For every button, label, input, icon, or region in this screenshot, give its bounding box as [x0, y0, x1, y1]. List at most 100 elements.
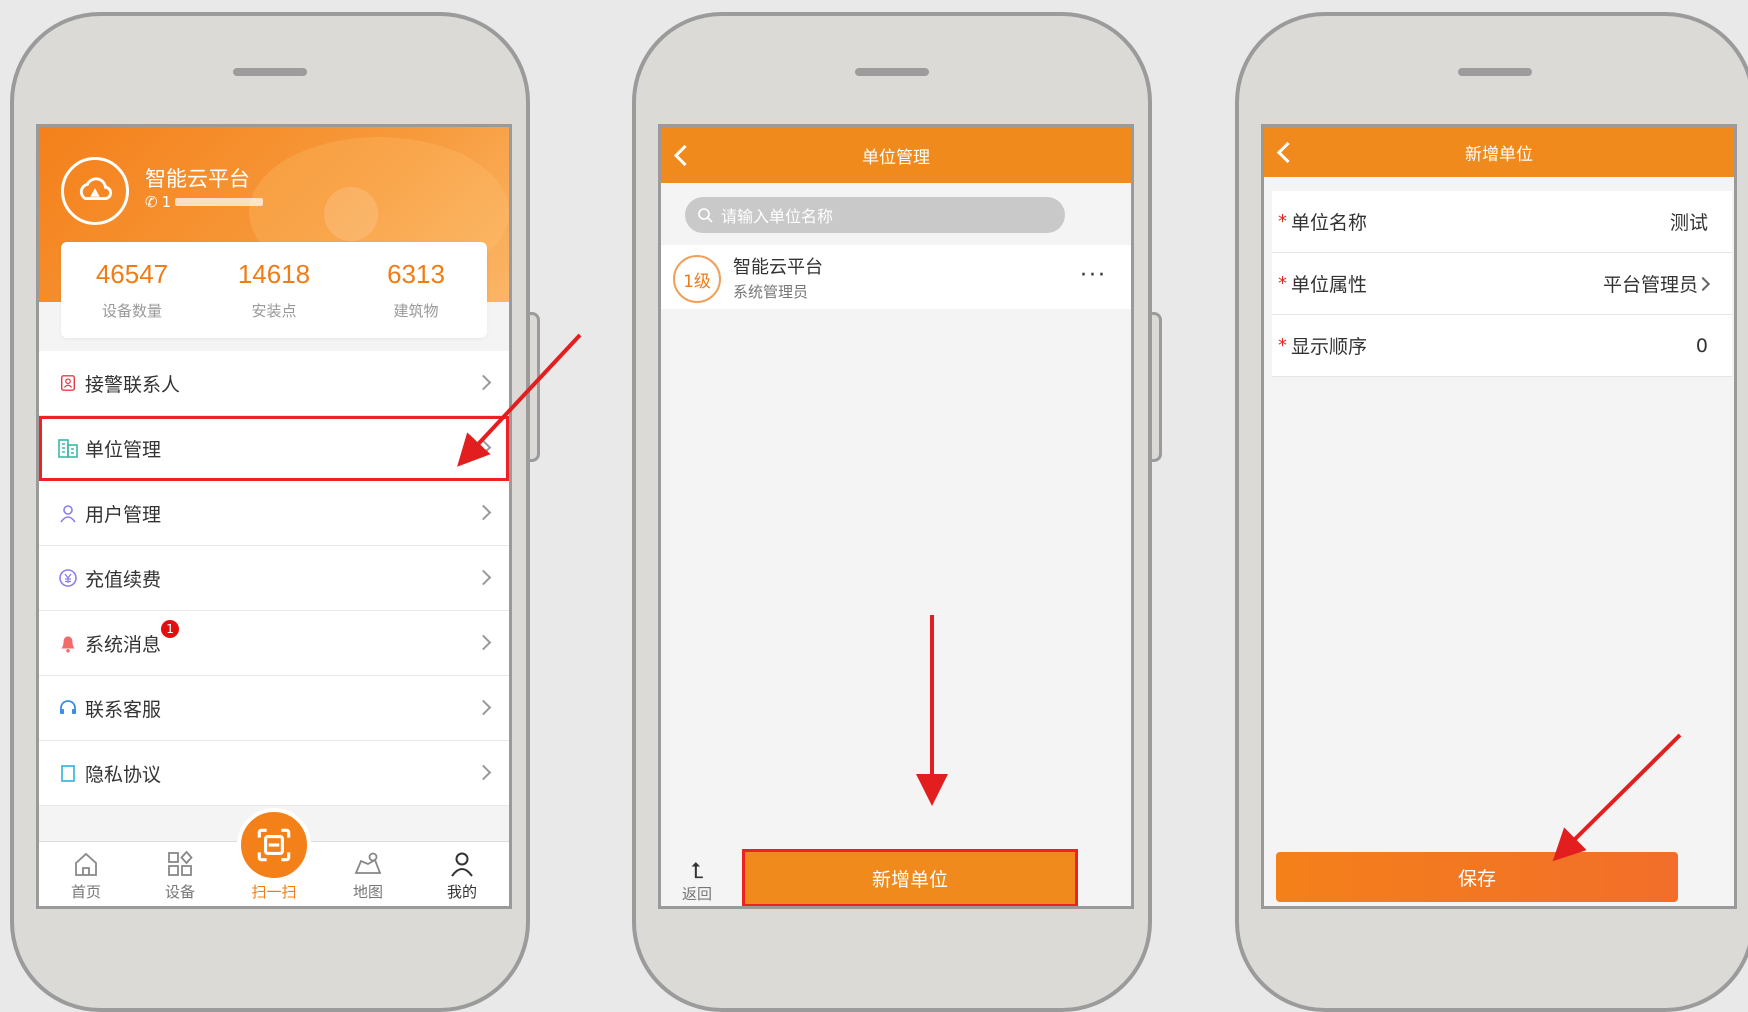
stat-value: 46547 — [95, 259, 169, 289]
menu-item-privacy[interactable]: 隐私协议 — [39, 741, 509, 806]
back-arrow-icon[interactable] — [1276, 141, 1299, 164]
chevron-right-icon — [475, 634, 492, 651]
unit-role: 系统管理员 — [733, 283, 809, 301]
menu-label: 用户管理 — [85, 503, 162, 526]
menu-label: 系统消息 — [85, 633, 162, 656]
chevron-right-icon — [475, 439, 492, 456]
tab-map[interactable]: 地图 — [328, 849, 408, 902]
level-badge: 1级 — [673, 255, 721, 303]
menu-label: 隐私协议 — [85, 763, 162, 786]
field-unit-name[interactable]: * 单位名称 测试 — [1272, 191, 1732, 253]
app-name: 智能云平台 — [145, 167, 250, 191]
bottom-action-bar: ⮤ 返回 新增单位 — [661, 848, 1131, 906]
home-screen: 智能云平台 ✆ 1 46547 设备数量 14618 安装点 6313 建筑物 — [36, 124, 512, 909]
save-button[interactable]: 保存 — [1276, 852, 1678, 902]
return-arrow-icon: ⮤ — [690, 859, 704, 884]
stat-install-points[interactable]: 14618 安装点 — [214, 259, 334, 321]
stat-value: 14618 — [237, 259, 311, 289]
tab-label: 首页 — [70, 883, 101, 901]
document-icon — [57, 762, 79, 784]
contact-card-icon — [57, 372, 79, 394]
unit-management-screen: 单位管理 请输入单位名称 1级 智能云平台 系统管理员 ··· ⮤ 返回 新增单… — [658, 124, 1134, 909]
tab-label: 我的 — [446, 883, 477, 901]
phone-side-button — [530, 312, 540, 462]
headset-icon — [57, 697, 79, 719]
field-display-order[interactable]: * 显示顺序 0 — [1272, 315, 1732, 377]
field-label: 单位属性 — [1291, 274, 1368, 296]
return-button[interactable]: ⮤ 返回 — [671, 861, 723, 904]
yen-coin-icon — [57, 567, 79, 589]
stat-devices[interactable]: 46547 设备数量 — [72, 259, 192, 321]
chevron-right-icon — [1695, 276, 1711, 291]
tab-profile[interactable]: 我的 — [422, 849, 502, 902]
field-unit-attribute[interactable]: * 单位属性 平台管理员 — [1272, 253, 1732, 315]
nav-bar: 新增单位 — [1264, 127, 1734, 177]
chevron-right-icon — [475, 504, 492, 521]
menu-label: 单位管理 — [85, 438, 162, 461]
menu-item-customer-service[interactable]: 联系客服 — [39, 676, 509, 741]
menu-item-system-messages[interactable]: 系统消息 1 — [39, 611, 509, 676]
user-icon — [57, 502, 79, 524]
menu-item-user-management[interactable]: 用户管理 — [39, 481, 509, 546]
chevron-right-icon — [475, 569, 492, 586]
menu-label: 接警联系人 — [85, 373, 181, 396]
tab-label: 扫一扫 — [251, 883, 297, 901]
menu-label: 联系客服 — [85, 698, 162, 721]
new-unit-screen: 新增单位 * 单位名称 测试 * 单位属性 平台管理员 * 显示顺序 0 保存 — [1261, 124, 1737, 909]
home-icon — [75, 852, 97, 876]
unit-list-item[interactable]: 1级 智能云平台 系统管理员 ··· — [661, 245, 1131, 309]
stat-label: 设备数量 — [101, 302, 162, 320]
return-label: 返回 — [681, 885, 712, 903]
field-value: 测试 — [1669, 212, 1708, 234]
stat-value: 6313 — [387, 259, 445, 289]
menu-item-recharge[interactable]: 充值续费 — [39, 546, 509, 611]
menu-item-alarm-contacts[interactable]: 接警联系人 — [39, 351, 509, 416]
chevron-right-icon — [475, 699, 492, 716]
phone-frame-unit-list: 单位管理 请输入单位名称 1级 智能云平台 系统管理员 ··· ⮤ 返回 新增单… — [632, 12, 1162, 1012]
page-title: 新增单位 — [1465, 144, 1533, 165]
menu-item-unit-management[interactable]: 单位管理 — [39, 416, 509, 481]
unread-badge: 1 — [161, 620, 180, 638]
tab-home[interactable]: 首页 — [46, 849, 126, 902]
bottom-tab-bar: 首页 设备 扫一扫 地图 我的 — [39, 808, 509, 906]
phone-speaker — [233, 68, 307, 76]
devices-icon — [168, 850, 193, 876]
more-options-icon[interactable]: ··· — [1080, 263, 1107, 288]
field-value: 0 — [1695, 334, 1708, 357]
tab-devices[interactable]: 设备 — [140, 849, 220, 902]
phone-icon: ✆ — [145, 193, 158, 211]
phone-frame-new-unit: 新增单位 * 单位名称 测试 * 单位属性 平台管理员 * 显示顺序 0 保存 — [1235, 12, 1748, 1012]
required-mark: * — [1278, 335, 1287, 356]
tab-label: 设备 — [164, 883, 195, 901]
stats-card: 46547 设备数量 14618 安装点 6313 建筑物 — [61, 242, 487, 338]
required-mark: * — [1278, 273, 1287, 294]
field-value: 平台管理员 — [1602, 274, 1698, 296]
phone-speaker — [1458, 68, 1532, 76]
user-phone: ✆ 1 — [145, 193, 264, 211]
phone-number: 1 — [161, 193, 172, 211]
chevron-right-icon — [475, 374, 492, 391]
new-unit-form: * 单位名称 测试 * 单位属性 平台管理员 * 显示顺序 0 — [1272, 191, 1732, 377]
unit-name: 智能云平台 — [733, 257, 823, 278]
phone-speaker — [855, 68, 929, 76]
map-icon — [354, 852, 382, 874]
building-icon — [57, 437, 79, 459]
scan-button[interactable] — [237, 808, 311, 882]
stat-label: 安装点 — [251, 302, 297, 320]
cloud-logo-icon — [61, 157, 129, 225]
search-placeholder: 请输入单位名称 — [721, 207, 834, 226]
stat-label: 建筑物 — [393, 302, 439, 320]
page-title: 单位管理 — [862, 147, 930, 168]
phone-frame-home: 智能云平台 ✆ 1 46547 设备数量 14618 安装点 6313 建筑物 — [10, 12, 540, 1012]
menu-label: 充值续费 — [85, 568, 162, 591]
nav-bar: 单位管理 — [661, 127, 1131, 183]
required-mark: * — [1278, 211, 1287, 232]
add-unit-button[interactable]: 新增单位 — [742, 849, 1078, 906]
back-arrow-icon[interactable] — [673, 144, 696, 167]
field-label: 显示顺序 — [1291, 336, 1368, 358]
search-input[interactable]: 请输入单位名称 — [685, 197, 1065, 233]
bell-icon — [57, 632, 79, 654]
stat-buildings[interactable]: 6313 建筑物 — [356, 259, 476, 321]
chevron-right-icon — [475, 764, 492, 781]
phone-side-button — [1152, 312, 1162, 462]
